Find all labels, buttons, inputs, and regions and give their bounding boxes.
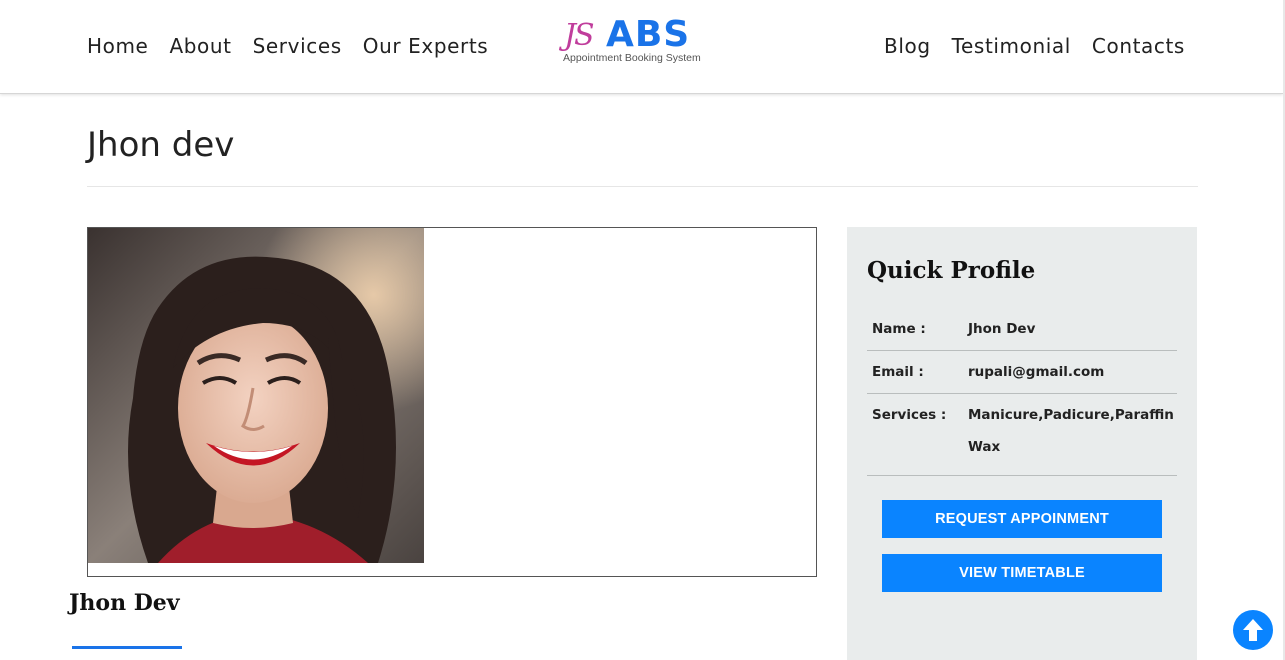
nav-left: Home About Services Our Experts (87, 34, 488, 58)
nav-home[interactable]: Home (87, 34, 148, 58)
profile-row-email: Email : rupali@gmail.com (867, 351, 1177, 394)
profile-row-services: Services : Manicure,Padicure,Paraffin Wa… (867, 394, 1177, 476)
arrow-up-icon (1243, 619, 1263, 641)
nav-blog[interactable]: Blog (884, 34, 931, 58)
profile-label: Name : (872, 321, 926, 337)
profile-value: Jhon Dev (968, 321, 1036, 337)
request-appointment-button[interactable]: REQUEST APPOINMENT (882, 500, 1162, 538)
nav-contacts[interactable]: Contacts (1092, 34, 1185, 58)
expert-name: Jhon Dev (69, 590, 180, 616)
nav-testimonial[interactable]: Testimonial (952, 34, 1071, 58)
quick-profile-table: Name : Jhon Dev Email : rupali@gmail.com… (867, 308, 1177, 476)
profile-value: Manicure,Padicure,Paraffin Wax (968, 407, 1174, 455)
site-header: Home About Services Our Experts JS ABS A… (0, 0, 1283, 94)
expert-name-underline (72, 646, 182, 649)
nav-our-experts[interactable]: Our Experts (363, 34, 489, 58)
page-title: Jhon dev (87, 125, 235, 165)
view-timetable-button[interactable]: VIEW TIMETABLE (882, 554, 1162, 592)
logo-mark: JS (564, 18, 595, 53)
logo-name: ABS (606, 14, 691, 55)
profile-row-name: Name : Jhon Dev (867, 308, 1177, 351)
profile-label: Services : (872, 407, 947, 423)
scroll-to-top-button[interactable] (1233, 610, 1273, 650)
quick-profile-heading: Quick Profile (867, 257, 1036, 284)
nav-right: Blog Testimonial Contacts (884, 34, 1185, 58)
site-logo[interactable]: JS ABS Appointment Booking System (562, 14, 722, 66)
logo-tagline: Appointment Booking System (563, 52, 701, 64)
title-divider (87, 186, 1198, 187)
quick-profile-panel: Quick Profile Name : Jhon Dev Email : ru… (847, 227, 1197, 660)
expert-photo (88, 228, 424, 563)
profile-label: Email : (872, 364, 924, 380)
nav-services[interactable]: Services (253, 34, 342, 58)
profile-value: rupali@gmail.com (968, 364, 1105, 380)
expert-photo-frame (87, 227, 817, 577)
nav-about[interactable]: About (169, 34, 231, 58)
